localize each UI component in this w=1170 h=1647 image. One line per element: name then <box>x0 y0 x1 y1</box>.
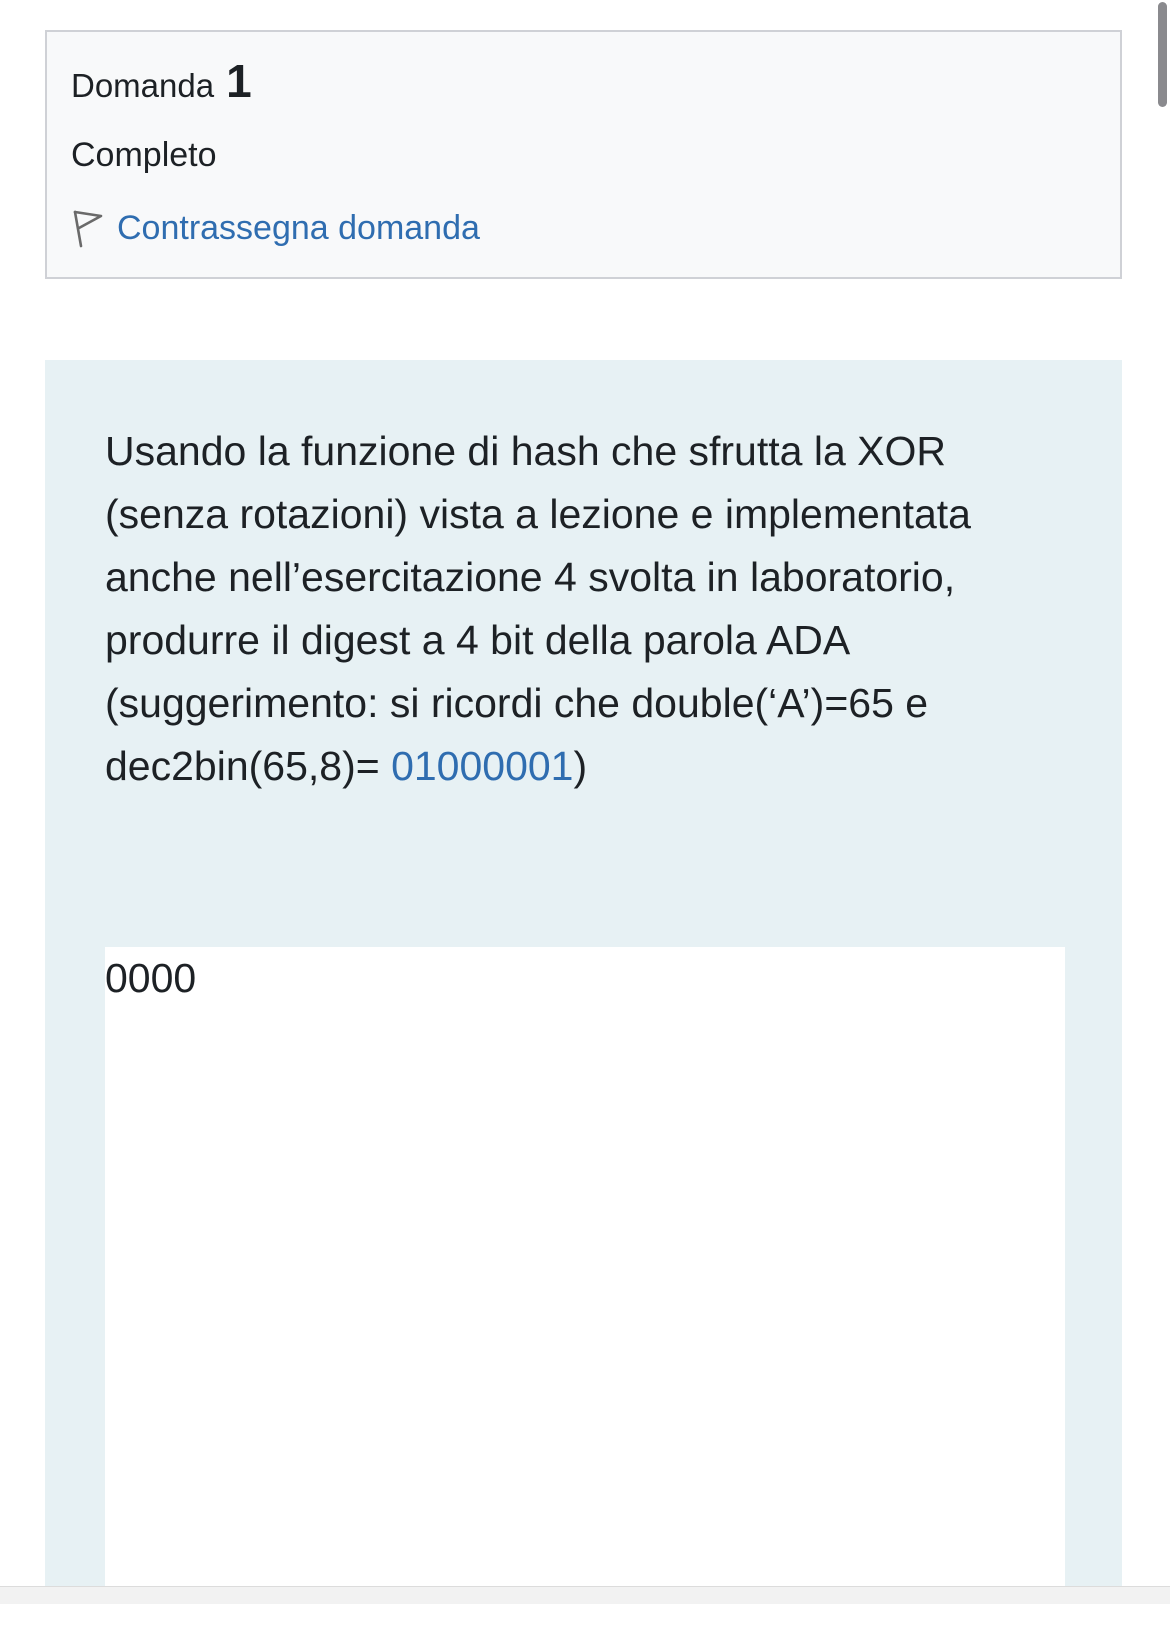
question-text-line: anche nell’esercitazione 4 svolta in lab… <box>105 554 956 600</box>
question-info-box: Domanda 1 Completo Contrassegna domanda <box>45 30 1122 279</box>
bottom-toolbar-edge <box>0 1586 1170 1604</box>
question-number-value: 1 <box>226 55 252 107</box>
question-text-segment: dec2bin(65,8)= <box>105 743 392 789</box>
answer-value: 0000 <box>105 955 197 1001</box>
question-text-line: (senza rotazioni) vista a lezione e impl… <box>105 491 971 537</box>
question-number: Domanda 1 <box>71 54 252 108</box>
question-state: Completo <box>71 136 217 174</box>
question-text-line: dec2bin(65,8)= 01000001) <box>105 735 1065 798</box>
flag-question-link[interactable]: Contrassegna domanda <box>71 208 480 248</box>
question-text-line: (suggerimento: si ricordi che double(‘A’… <box>105 680 929 726</box>
question-text-segment: ) <box>573 743 588 789</box>
question-label: Domanda <box>71 67 215 104</box>
binary-value-highlight: 01000001 <box>391 743 574 789</box>
flag-icon <box>71 208 105 248</box>
answer-textarea[interactable]: 0000 <box>105 947 1065 1647</box>
page-scrollbar[interactable] <box>1158 2 1167 107</box>
question-text: Usando la funzione di hash che sfrutta l… <box>105 420 1065 798</box>
question-text-line: produrre il digest a 4 bit della parola … <box>105 617 851 663</box>
question-formulation: Usando la funzione di hash che sfrutta l… <box>45 360 1122 1647</box>
flag-question-label[interactable]: Contrassegna domanda <box>117 209 480 248</box>
question-text-line: Usando la funzione di hash che sfrutta l… <box>105 428 946 474</box>
